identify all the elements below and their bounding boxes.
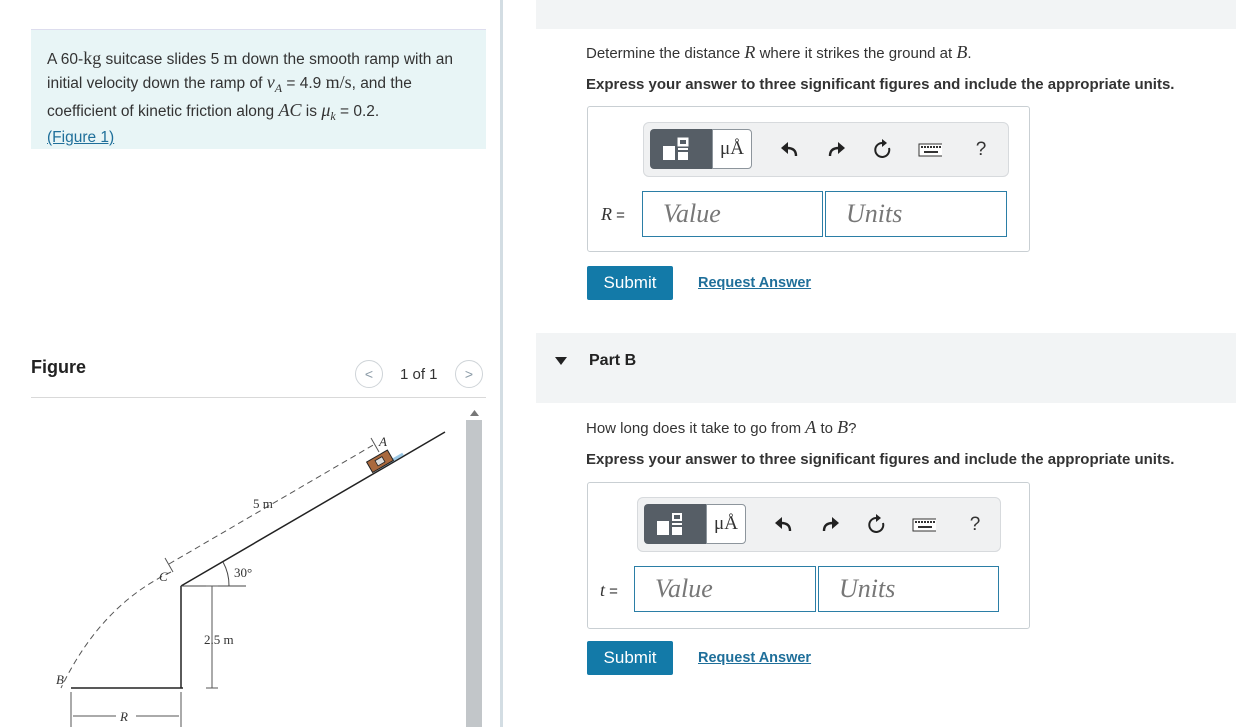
keyboard-icon[interactable] [918, 138, 942, 162]
redo-icon[interactable] [819, 513, 843, 537]
ramp-diagram: A 5 m C 30° 2.5 m B R [56, 431, 446, 727]
label-r: R [119, 709, 128, 724]
angle-arc [222, 561, 230, 587]
part-b-instruction: Express your answer to three significant… [586, 451, 1175, 468]
units-icon[interactable]: μÅ [706, 504, 746, 544]
problem-text: A 60-kg suitcase slides 5 m down the smo… [47, 48, 453, 147]
chevron-right-icon: > [464, 366, 474, 382]
part-b-variable-label: t = [600, 580, 618, 600]
part-b-question: How long does it take to go from A to B? [586, 417, 857, 437]
part-a-request-answer-link[interactable]: Request Answer [698, 275, 811, 291]
undo-icon[interactable] [777, 138, 801, 162]
dimension-tick-a [370, 437, 380, 453]
label-c: C [159, 569, 168, 584]
part-a-value-input[interactable]: Value [642, 191, 823, 237]
scroll-up-icon[interactable] [466, 404, 483, 420]
part-a-units-input[interactable]: Units [825, 191, 1007, 237]
part-b-request-answer-link[interactable]: Request Answer [698, 650, 811, 666]
label-b: B [56, 672, 64, 687]
part-b-header-band[interactable] [536, 333, 1236, 403]
chevron-left-icon: < [364, 366, 374, 382]
templates-icon[interactable] [644, 504, 706, 544]
part-b-units-input[interactable]: Units [818, 566, 999, 612]
caret-down-icon[interactable] [555, 357, 567, 365]
ramp-surface [180, 431, 446, 587]
help-icon[interactable]: ? [969, 138, 993, 162]
label-5m: 5 m [253, 496, 273, 511]
scrollbar-thumb[interactable] [466, 420, 482, 727]
column-divider[interactable] [500, 0, 503, 727]
part-a-toolbar: μÅ ? [643, 122, 1009, 177]
part-b-title[interactable]: Part B [589, 352, 636, 370]
reset-icon[interactable] [865, 513, 889, 537]
units-icon[interactable]: μÅ [712, 129, 752, 169]
label-height: 2.5 m [204, 632, 234, 647]
figure-title: Figure [31, 357, 87, 377]
next-figure-button[interactable]: > [455, 360, 483, 388]
part-a-header-band [536, 0, 1236, 29]
trajectory-path [60, 571, 172, 689]
label-angle: 30° [234, 565, 252, 580]
undo-icon[interactable] [771, 513, 795, 537]
part-b-submit-button[interactable]: Submit [587, 641, 673, 675]
part-a-instruction: Express your answer to three significant… [586, 76, 1175, 93]
templates-icon[interactable] [650, 129, 712, 169]
part-a-question: Determine the distance R where it strike… [586, 42, 972, 62]
part-a-submit-button[interactable]: Submit [587, 266, 673, 300]
help-icon[interactable]: ? [963, 513, 987, 537]
figure-counter: 1 of 1 [400, 366, 438, 383]
prev-figure-button[interactable]: < [355, 360, 383, 388]
figure-link[interactable]: (Figure 1) [47, 129, 114, 146]
redo-icon[interactable] [825, 138, 849, 162]
label-a: A [378, 434, 387, 449]
figure-divider [31, 397, 486, 398]
part-b-value-input[interactable]: Value [634, 566, 816, 612]
keyboard-icon[interactable] [912, 513, 936, 537]
part-a-variable-label: R = [601, 204, 625, 224]
part-b-toolbar: μÅ ? [637, 497, 1001, 552]
reset-icon[interactable] [871, 138, 895, 162]
